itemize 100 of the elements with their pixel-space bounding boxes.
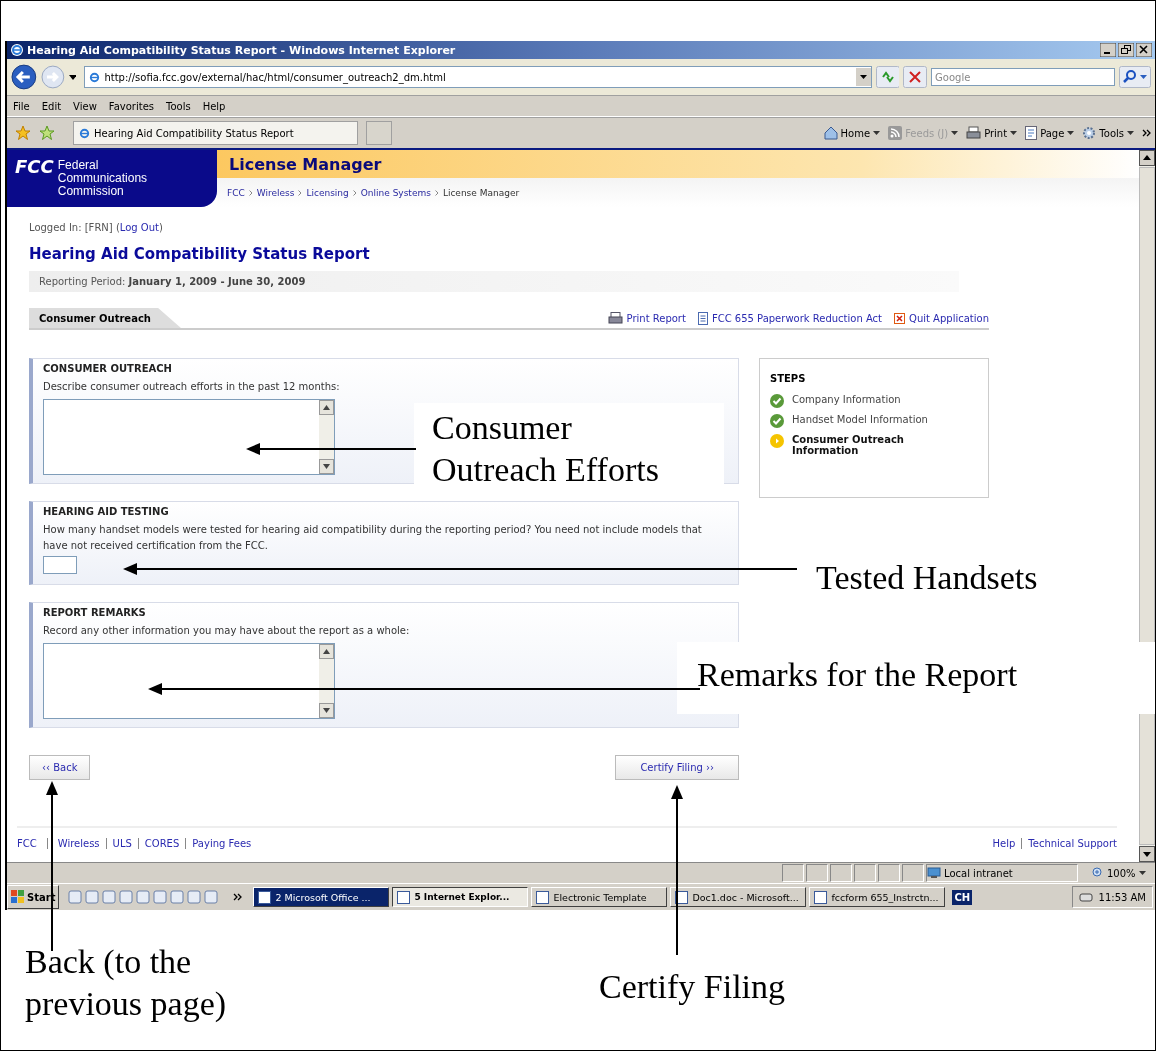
window-icon <box>536 890 550 904</box>
step-label[interactable]: Company Information <box>792 394 901 405</box>
quick-launch-icon[interactable] <box>153 890 168 904</box>
nav-button[interactable]: ‹‹ Back <box>29 755 91 780</box>
separator-icon <box>298 189 303 196</box>
taskbar-button[interactable]: Doc1.doc - Microsoft... <box>670 887 807 907</box>
browser-tab[interactable]: Hearing Aid Compatibility Status Report <box>73 121 358 145</box>
scroll-down-icon[interactable] <box>1139 846 1155 862</box>
taskbar-button[interactable]: fccform 655_Instrctn... <box>809 887 946 907</box>
command-button[interactable]: Print <box>966 126 1018 140</box>
footer-link[interactable]: Paying Fees <box>185 838 252 849</box>
footer-link[interactable]: Technical Support <box>1021 838 1117 849</box>
login-status: Logged In: [FRN] (Log Out) <box>29 222 164 233</box>
printer-icon <box>966 126 982 140</box>
chevron-icon[interactable] <box>1142 129 1151 137</box>
separator-icon <box>352 189 357 196</box>
address-field[interactable]: http://sofia.fcc.gov/external/hac/html/consumer_outreach2_dm.html <box>84 66 872 88</box>
feed-icon <box>888 126 903 140</box>
footer-link[interactable]: FCC <box>17 838 37 849</box>
section-heading: REPORT REMARKS <box>43 607 147 618</box>
command-button[interactable]: Page <box>1025 126 1075 140</box>
add-favorite-icon[interactable] <box>39 125 55 141</box>
caret-icon <box>1138 871 1146 875</box>
section-tab[interactable]: Consumer Outreach <box>29 308 181 328</box>
window-icon <box>814 890 828 904</box>
scroll-down-icon[interactable] <box>319 459 334 474</box>
page-icon <box>88 70 102 84</box>
taskbar-button[interactable]: 5 Internet Explor... <box>392 887 529 907</box>
page-icon <box>78 126 91 140</box>
agency-name: Federal Communications Commission <box>57 159 149 198</box>
tray-icon[interactable] <box>1078 891 1093 903</box>
quick-launch-icon[interactable] <box>68 890 83 904</box>
scroll-up-icon[interactable] <box>319 400 334 415</box>
caret-icon <box>951 131 959 135</box>
quick-launch-icon[interactable] <box>102 890 117 904</box>
command-button[interactable]: Tools <box>1082 126 1134 140</box>
minimize-button[interactable] <box>1100 43 1116 57</box>
annotation-text: Remarks for the Report <box>677 642 1155 714</box>
scrollbar[interactable] <box>1139 150 1155 862</box>
separator-icon <box>434 189 439 196</box>
back-icon[interactable] <box>11 64 37 90</box>
chevron-icon[interactable] <box>233 893 243 901</box>
command-button[interactable]: Home <box>823 126 881 140</box>
nav-button[interactable]: Certify Filing ›› <box>615 755 739 780</box>
quick-launch-icon[interactable] <box>204 890 219 904</box>
page-title: Hearing Aid Compatibility Status Report <box>29 245 371 263</box>
footer-link[interactable]: ULS <box>105 838 132 849</box>
windows-logo-icon <box>11 890 25 904</box>
search-button[interactable] <box>1119 66 1151 88</box>
caret-icon[interactable] <box>68 74 77 80</box>
network-icon <box>927 867 941 879</box>
quick-launch-icon[interactable] <box>119 890 134 904</box>
caret-icon <box>1127 131 1134 135</box>
house-icon <box>823 126 838 140</box>
quick-launch-icon[interactable] <box>136 890 151 904</box>
step-label[interactable]: Consumer Outreach Information <box>792 434 932 456</box>
footer-link[interactable]: CORES <box>137 838 180 849</box>
dropdown-button[interactable] <box>855 68 871 86</box>
menu-item[interactable]: Favorites <box>108 100 154 112</box>
input-field[interactable] <box>43 556 77 574</box>
footer-link[interactable]: Help <box>992 838 1016 849</box>
menu-item[interactable]: Tools <box>166 100 191 112</box>
scroll-up-icon[interactable] <box>1139 150 1155 166</box>
search-field[interactable]: Google <box>931 68 1116 86</box>
breadcrumb-link[interactable]: Online Systems <box>360 187 431 198</box>
breadcrumb-link[interactable]: License Manager <box>442 187 520 198</box>
close-button[interactable] <box>1136 43 1152 57</box>
taskbar-button[interactable]: 2 Microsoft Office ... <box>253 887 390 907</box>
section-prompt: Record any other information you may have about the report as a whole: <box>43 624 411 638</box>
scroll-up-icon[interactable] <box>319 644 334 659</box>
step-label[interactable]: Handset Model Information <box>792 414 928 425</box>
breadcrumb-link[interactable]: Licensing <box>306 187 349 198</box>
menu-item[interactable]: Edit <box>41 100 62 112</box>
text-area[interactable] <box>43 643 335 719</box>
menu-item[interactable]: View <box>73 100 97 112</box>
star-icon[interactable] <box>15 125 31 141</box>
taskbar-button[interactable]: Electronic Template <box>531 887 668 907</box>
quick-launch-icon[interactable] <box>85 890 100 904</box>
zoom-control[interactable]: 100% <box>1086 867 1152 879</box>
breadcrumb-link[interactable]: Wireless <box>256 187 295 198</box>
window-icon <box>397 890 411 904</box>
caret-icon <box>873 131 881 135</box>
footer-link[interactable]: Wireless <box>46 838 100 849</box>
stop-button[interactable] <box>903 66 928 88</box>
action-link[interactable]: Quit Application <box>894 312 989 325</box>
quick-launch-icon[interactable] <box>170 890 185 904</box>
steps-title: STEPS <box>770 373 807 384</box>
breadcrumb-link[interactable]: FCC <box>227 187 245 198</box>
action-link[interactable]: FCC 655 Paperwork Reduction Act <box>697 312 883 325</box>
scroll-down-icon[interactable] <box>319 703 334 718</box>
security-zone: Local intranet <box>926 864 1078 882</box>
restore-button[interactable] <box>1118 43 1134 57</box>
menu-item[interactable]: File <box>13 100 30 112</box>
gear-icon <box>1082 126 1097 140</box>
action-link[interactable]: Print Report <box>607 312 686 325</box>
section-heading: CONSUMER OUTREACH <box>43 363 173 374</box>
menu-item[interactable]: Help <box>202 100 226 112</box>
quick-launch-icon[interactable] <box>187 890 202 904</box>
language-indicator[interactable]: CH <box>952 889 973 905</box>
caret-icon <box>1067 131 1075 135</box>
